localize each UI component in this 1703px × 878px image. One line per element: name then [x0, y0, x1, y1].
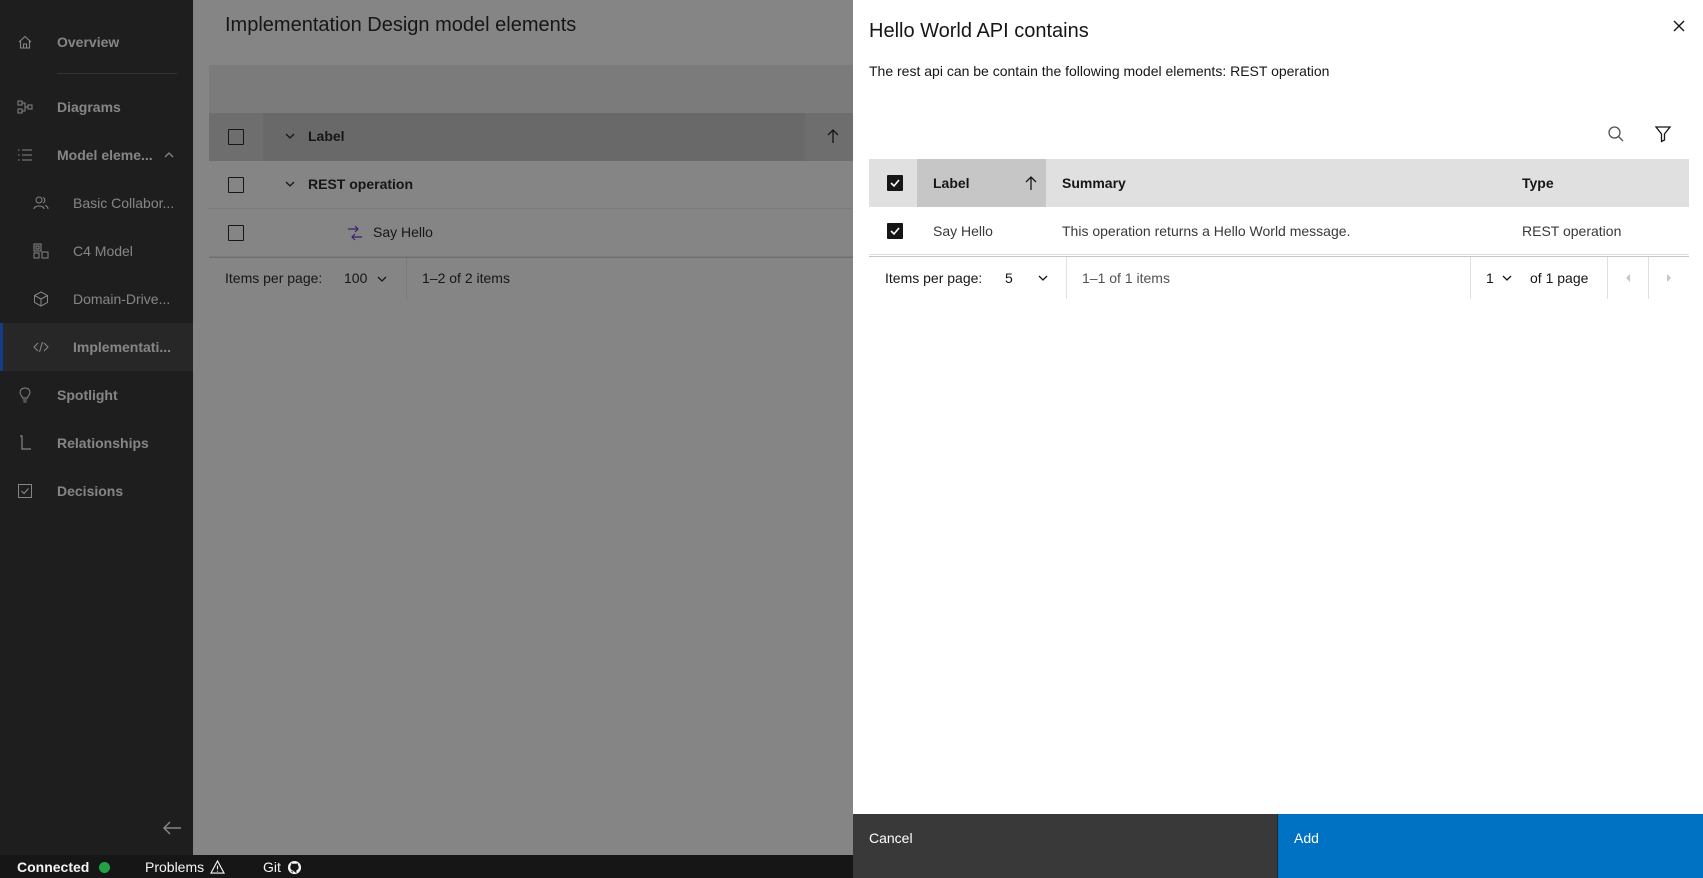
- pagination-divider: [1470, 257, 1471, 299]
- cell-label: Say Hello: [933, 223, 993, 239]
- arrow-up-icon[interactable]: [1023, 175, 1039, 191]
- add-elements-dialog: Hello World API contains The rest api ca…: [853, 0, 1703, 878]
- search-icon[interactable]: [1606, 124, 1626, 144]
- column-header-label[interactable]: Label: [933, 159, 970, 207]
- git-label: Git: [263, 859, 281, 875]
- chevron-down-icon[interactable]: [1501, 272, 1513, 284]
- page-select[interactable]: 1: [1486, 257, 1494, 299]
- caret-right-icon: [1667, 274, 1671, 282]
- table-header: Label Summary Type: [869, 159, 1689, 207]
- modal-overlay[interactable]: [0, 0, 853, 855]
- items-per-page-label: Items per page:: [885, 270, 983, 286]
- dialog-description: The rest api can be contain the followin…: [869, 63, 1330, 79]
- checkmark-icon: [890, 179, 900, 188]
- problems-label: Problems: [145, 859, 205, 875]
- connection-status[interactable]: Connected: [17, 859, 111, 875]
- table-row[interactable]: Say Hello This operation returns a Hello…: [869, 207, 1689, 255]
- add-button[interactable]: Add: [1278, 814, 1703, 878]
- close-icon[interactable]: [1672, 19, 1686, 33]
- items-per-page-select[interactable]: 5: [1005, 257, 1013, 299]
- cancel-button[interactable]: Cancel: [853, 814, 1278, 878]
- select-all-checkbox[interactable]: [887, 175, 903, 191]
- dialog-footer: Cancel Add: [853, 814, 1703, 878]
- filter-icon[interactable]: [1653, 124, 1673, 144]
- caret-left-icon: [1626, 274, 1630, 282]
- problems-status[interactable]: Problems: [145, 859, 226, 875]
- column-header-type[interactable]: Type: [1522, 159, 1554, 207]
- page-total: of 1 page: [1530, 270, 1589, 286]
- next-page-button[interactable]: [1649, 257, 1689, 299]
- status-bar: Connected Problems Git: [0, 855, 852, 878]
- items-range: 1–1 of 1 items: [1082, 270, 1170, 286]
- chevron-down-icon[interactable]: [1037, 272, 1049, 284]
- close-button[interactable]: [1667, 14, 1691, 38]
- table-pagination: Items per page: 5 1–1 of 1 items 1 of 1 …: [869, 256, 1689, 299]
- checkmark-icon: [890, 227, 900, 236]
- column-header-summary[interactable]: Summary: [1062, 159, 1126, 207]
- status-dot-icon: [99, 861, 111, 873]
- git-status[interactable]: Git: [263, 859, 302, 875]
- connection-status-label: Connected: [17, 859, 90, 875]
- row-checkbox[interactable]: [887, 223, 903, 239]
- github-icon: [287, 860, 301, 874]
- warning-icon: [210, 860, 226, 874]
- cell-type: REST operation: [1522, 223, 1622, 239]
- pagination-divider: [1066, 257, 1067, 299]
- cell-summary: This operation returns a Hello World mes…: [1062, 223, 1351, 239]
- dialog-title: Hello World API contains: [869, 20, 1089, 42]
- prev-page-button[interactable]: [1608, 257, 1648, 299]
